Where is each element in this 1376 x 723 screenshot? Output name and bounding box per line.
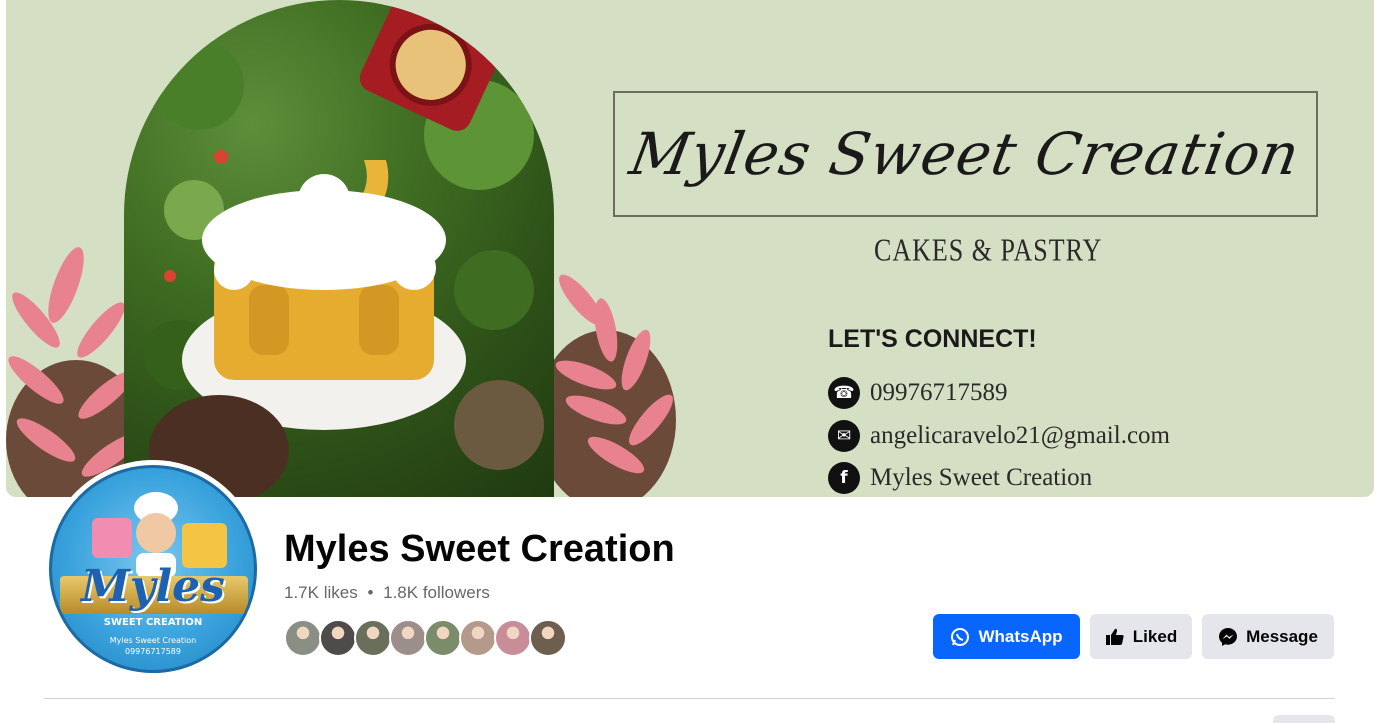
message-button-label: Message <box>1246 626 1318 646</box>
facebook-icon: f <box>828 462 860 494</box>
avatar-brand-text: Myles <box>81 561 225 612</box>
brand-logo-box: Myles Sweet Creation <box>613 91 1318 217</box>
contact-phone: ☎ 09976717589 <box>828 377 1008 409</box>
friend-avatar[interactable] <box>354 619 392 657</box>
mail-icon: ✉ <box>828 420 860 452</box>
page-title: Myles Sweet Creation <box>284 528 675 570</box>
section-divider <box>44 698 1335 699</box>
profile-picture[interactable]: Myles SWEET CREATION Myles Sweet Creatio… <box>44 460 262 678</box>
contact-email: ✉ angelicaravelo21@gmail.com <box>828 420 1170 452</box>
contact-facebook-text: Myles Sweet Creation <box>870 464 1093 491</box>
avatar-fb-line: Myles Sweet Creation <box>109 636 197 645</box>
avatar-phone-line: 09976717589 <box>125 647 181 656</box>
thumbs-up-icon <box>1105 627 1125 647</box>
contact-phone-text: 09976717589 <box>870 379 1008 406</box>
friend-avatar[interactable] <box>529 619 567 657</box>
more-options-button[interactable] <box>1273 715 1335 723</box>
contact-email-text: angelicaravelo21@gmail.com <box>870 422 1170 449</box>
friend-avatar[interactable] <box>494 619 532 657</box>
brand-logo-text: Myles Sweet Creation <box>625 120 1306 188</box>
whatsapp-button-label: WhatsApp <box>978 626 1063 646</box>
friend-avatar[interactable] <box>424 619 462 657</box>
liked-button-label: Liked <box>1132 626 1178 646</box>
whatsapp-icon <box>950 627 970 647</box>
likes-link[interactable]: 1.7K likes <box>284 583 358 602</box>
friend-avatar[interactable] <box>284 619 322 657</box>
messenger-icon <box>1218 627 1238 647</box>
page-stats: 1.7K likes • 1.8K followers <box>284 583 490 603</box>
connect-title: LET'S CONNECT! <box>828 325 1037 353</box>
cake-photo <box>124 0 554 497</box>
message-button[interactable]: Message <box>1202 614 1334 659</box>
friend-avatar[interactable] <box>389 619 427 657</box>
stats-separator: • <box>367 583 374 602</box>
followers-link[interactable]: 1.8K followers <box>383 583 490 602</box>
avatar: Myles SWEET CREATION Myles Sweet Creatio… <box>49 465 257 673</box>
avatar-sub-text: SWEET CREATION <box>103 617 203 628</box>
whatsapp-button[interactable]: WhatsApp <box>933 614 1080 659</box>
phone-icon: ☎ <box>828 377 860 409</box>
beer-cake <box>149 0 523 497</box>
friend-avatar[interactable] <box>319 619 357 657</box>
contact-facebook: f Myles Sweet Creation <box>828 462 1092 494</box>
tagline: CAKES & PASTRY <box>874 233 1103 268</box>
friend-avatar[interactable] <box>459 619 497 657</box>
liked-button[interactable]: Liked <box>1090 614 1192 659</box>
friend-avatars <box>284 619 567 657</box>
cover-photo[interactable]: Myles Sweet Creation CAKES & PASTRY LET'… <box>6 0 1374 497</box>
